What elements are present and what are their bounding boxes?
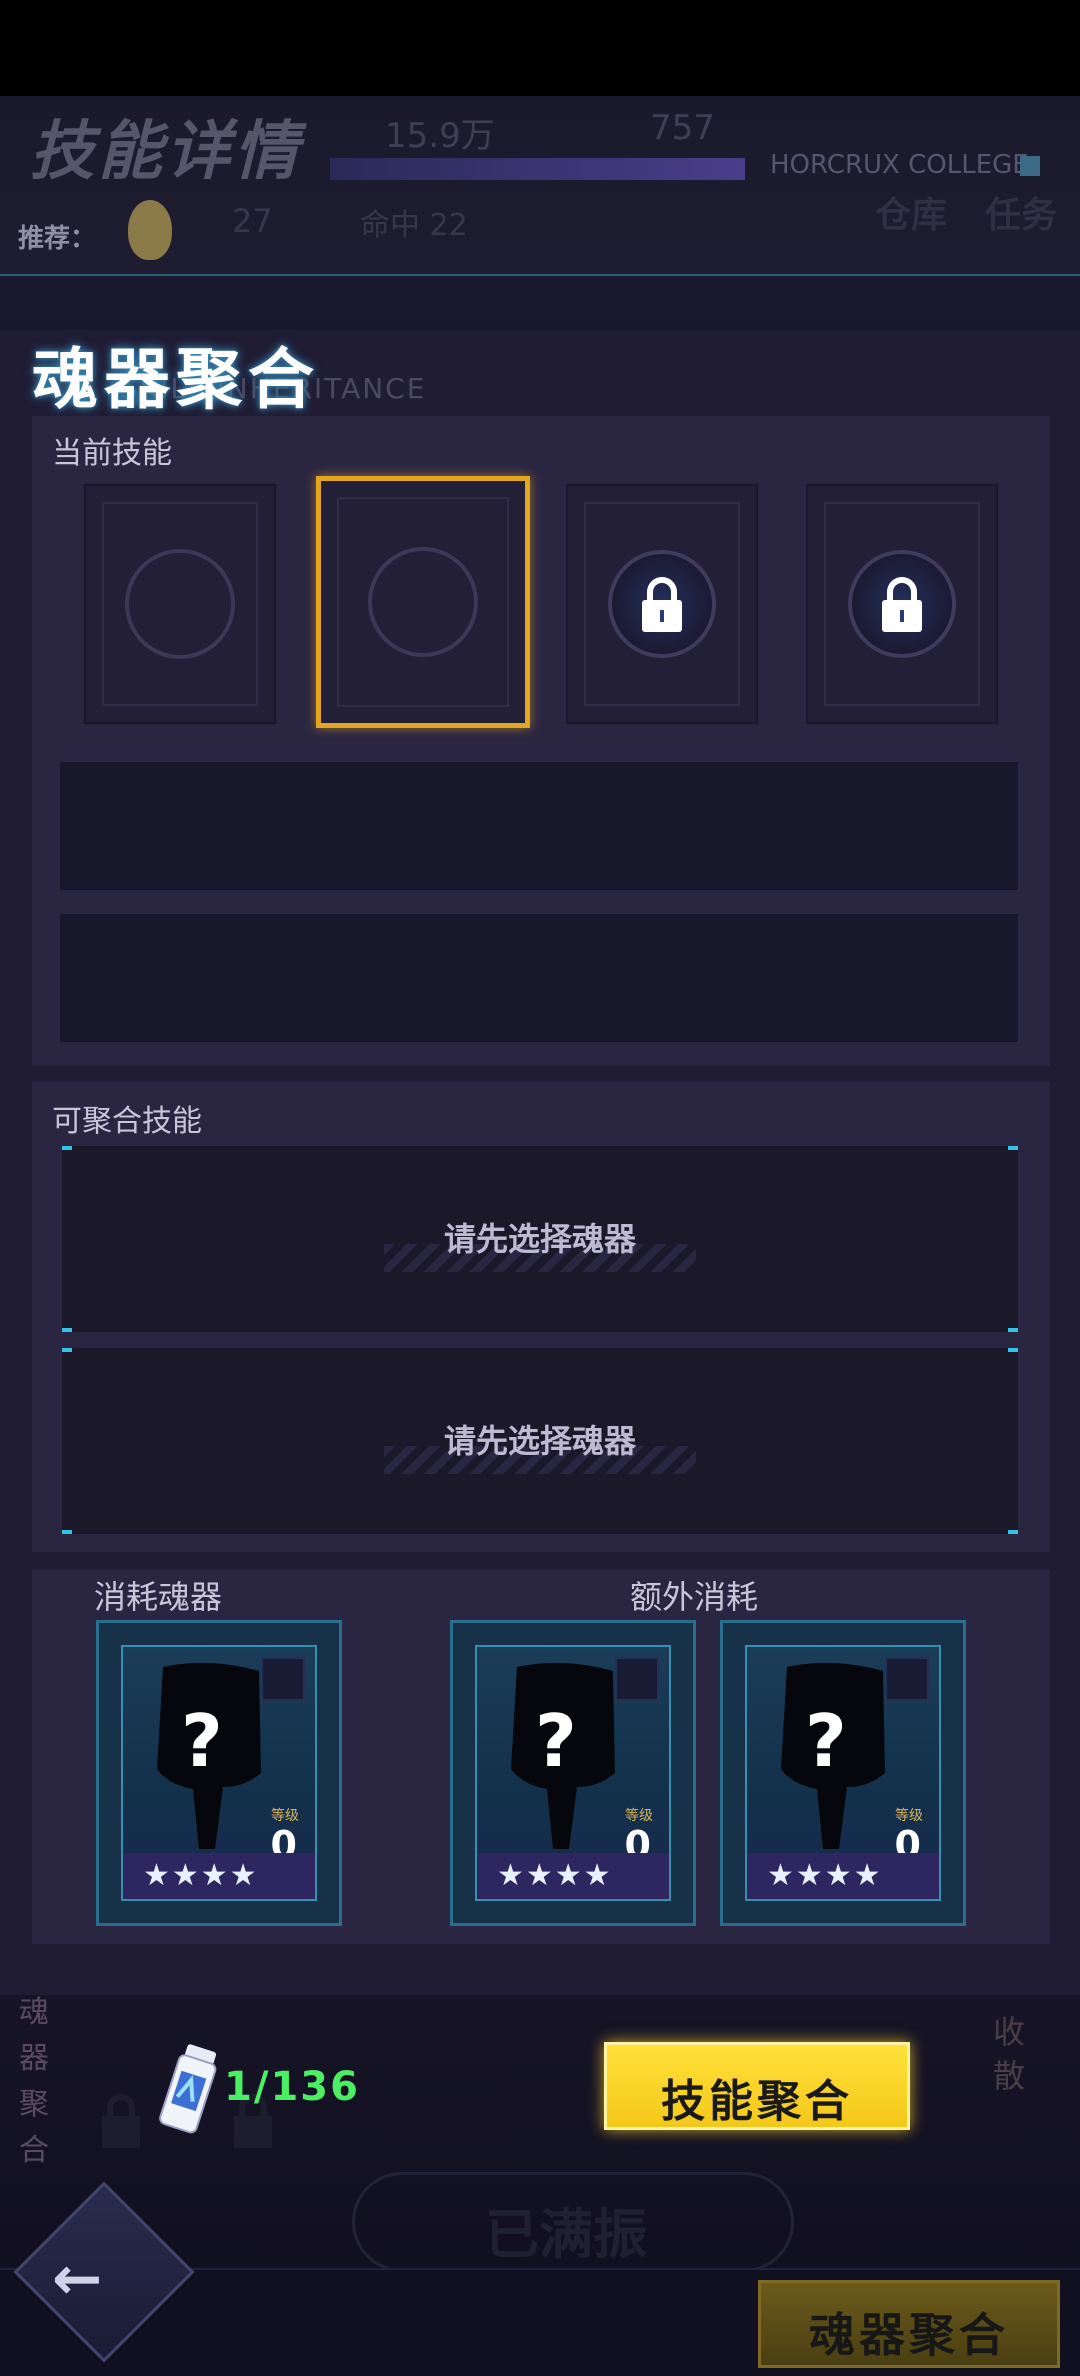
corner-marker <box>1008 1348 1018 1352</box>
status-bar <box>0 0 1080 96</box>
extra-consume-label: 额外消耗 <box>630 1578 759 1616</box>
background-task: 任务 <box>985 195 1058 236</box>
skill-description-box-2 <box>60 914 1018 1042</box>
background-lock-icon <box>102 2094 140 2148</box>
question-mark: ? <box>535 1699 577 1783</box>
corner-marker <box>1008 1328 1018 1332</box>
empty-slot-circle-icon <box>125 549 235 659</box>
corner-marker <box>1008 1530 1018 1534</box>
lock-icon <box>882 577 922 632</box>
lock-icon <box>642 577 682 632</box>
corner-marker <box>62 1530 72 1534</box>
background-scatter-label: 收散 <box>993 2013 1026 2095</box>
current-skill-label: 当前技能 <box>52 436 172 471</box>
consume-card-1[interactable]: ? 等级 0 ★★★★ <box>96 1620 342 1926</box>
fusible-skill-slot-1[interactable]: 请先选择魂器 <box>62 1146 1018 1332</box>
extra-card-1[interactable]: ? 等级 0 ★★★★ <box>450 1620 696 1926</box>
corner-marker <box>62 1146 72 1150</box>
fusible-skill-slot-2[interactable]: 请先选择魂器 <box>62 1348 1018 1534</box>
background-warehouse: 仓库 <box>875 195 948 236</box>
background-resource-1: 15.9万 <box>385 116 495 156</box>
background-resource-2: 757 <box>650 108 715 148</box>
background-side-label: 魂器聚合 <box>19 1995 49 2168</box>
horcrux-fusion-tab[interactable]: 魂器聚合 <box>758 2280 1060 2368</box>
card-type-badge <box>261 1657 305 1701</box>
skill-fusion-button-label: 技能聚合 <box>661 2076 853 2127</box>
panel-title: 魂器聚合 <box>32 341 320 418</box>
question-mark: ? <box>181 1699 223 1783</box>
card-face: ? 等级 0 ★★★★ <box>121 1645 317 1901</box>
card-stars: ★★★★ <box>477 1853 669 1899</box>
card-level-label: 等级 <box>895 1808 923 1824</box>
potion-count: 1/136 <box>224 2064 360 2110</box>
back-arrow-icon: ← <box>52 2244 103 2314</box>
horcrux-fusion-tab-label: 魂器聚合 <box>809 2308 1009 2362</box>
skill-slot-3-locked[interactable] <box>566 484 758 724</box>
corner-marker <box>62 1348 72 1352</box>
background-level: 27 <box>232 202 273 240</box>
lock-ring <box>608 550 716 658</box>
consume-horcrux-label: 消耗魂器 <box>94 1578 223 1616</box>
lock-ring <box>848 550 956 658</box>
card-level-label: 等级 <box>271 1808 299 1824</box>
background-college: HORCRUX COLLEGE <box>770 150 1029 180</box>
card-face: ? 等级 0 ★★★★ <box>475 1645 671 1901</box>
background-full-label: 已满振 <box>485 2203 647 2266</box>
background-hit: 命中 22 <box>360 208 468 243</box>
corner-marker <box>1008 1146 1018 1150</box>
potion-icon <box>159 2044 217 2134</box>
card-type-badge <box>615 1657 659 1701</box>
select-horcrux-hint: 请先选择魂器 <box>443 1422 636 1460</box>
select-horcrux-hint: 请先选择魂器 <box>443 1220 636 1258</box>
background-progress-bar <box>330 158 745 180</box>
background-college-icon <box>1020 156 1040 176</box>
background-recommend-label: 推荐： <box>18 224 97 254</box>
skill-description-box-1 <box>60 762 1018 890</box>
question-mark: ? <box>805 1699 847 1783</box>
empty-slot-circle-icon <box>368 547 478 657</box>
fusible-skill-label: 可聚合技能 <box>52 1104 202 1139</box>
corner-marker <box>62 1328 72 1332</box>
skill-slot-4-locked[interactable] <box>806 484 998 724</box>
background-title: 技能详情 <box>30 115 302 189</box>
card-level-label: 等级 <box>625 1808 653 1824</box>
card-type-badge <box>885 1657 929 1701</box>
skill-slot-2-selected[interactable] <box>316 476 530 728</box>
card-face: ? 等级 0 ★★★★ <box>745 1645 941 1901</box>
skill-fusion-button[interactable]: 技能聚合 <box>604 2042 910 2130</box>
extra-card-2[interactable]: ? 等级 0 ★★★★ <box>720 1620 966 1926</box>
bag-icon <box>128 200 172 260</box>
card-stars: ★★★★ <box>747 1853 939 1899</box>
card-stars: ★★★★ <box>123 1853 315 1899</box>
skill-slot-1[interactable] <box>84 484 276 724</box>
